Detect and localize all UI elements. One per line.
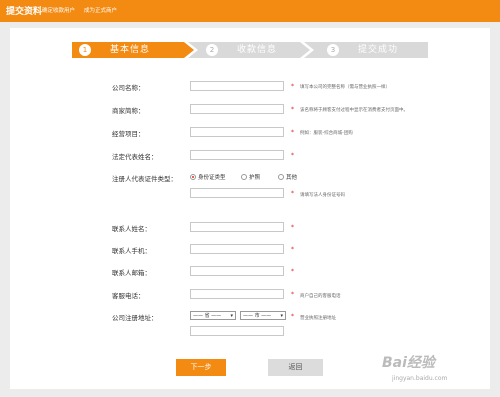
watermark-logo: Bai经验 xyxy=(382,355,435,371)
id-number-input[interactable] xyxy=(190,188,284,198)
contact-email-input[interactable] xyxy=(190,266,284,276)
next-step-button[interactable]: 下一步 xyxy=(176,359,226,376)
step-3-label: 提交成功 xyxy=(358,45,399,55)
required-star: * xyxy=(291,224,294,231)
chevron-down-icon: ▾ xyxy=(280,313,283,319)
legal-rep-label: 法定代表姓名： xyxy=(112,153,158,161)
province-select-value: —— 省 —— xyxy=(193,313,222,319)
required-star: * xyxy=(291,246,294,253)
company-name-label: 公司名称： xyxy=(112,84,145,92)
header-subtitle-2: 成为正式商户 xyxy=(84,8,118,14)
required-star: * xyxy=(291,83,294,90)
required-star: * xyxy=(291,106,294,113)
contact-phone-label: 联系人手机： xyxy=(112,247,151,255)
required-star: * xyxy=(291,313,294,320)
required-star: * xyxy=(291,190,294,197)
step-2-label: 收款信息 xyxy=(237,45,278,55)
shop-name-hint: 该名称将于顾客支付过程中显示在消费者支付页面中。 xyxy=(300,108,408,113)
radio-id-card-label: 身份证类型 xyxy=(198,175,226,181)
page-title: 提交资料 xyxy=(6,7,43,17)
chevron-down-icon: ▾ xyxy=(230,313,233,319)
contact-phone-input[interactable] xyxy=(190,244,284,254)
back-button[interactable]: 返回 xyxy=(268,359,323,376)
address-detail-input[interactable] xyxy=(190,326,284,336)
id-type-label: 注册人代表证件类型： xyxy=(112,175,177,183)
radio-other-label: 其他 xyxy=(286,175,298,181)
contact-name-label: 联系人姓名： xyxy=(112,225,151,233)
required-star: * xyxy=(291,268,294,275)
id-number-hint: 请填写法人身份证号码 xyxy=(300,193,345,198)
shop-name-label: 商家简称： xyxy=(112,107,145,115)
top-bar: 提交资料 确定收款用户 成为正式商户 xyxy=(0,0,500,22)
radio-passport-label: 护照 xyxy=(249,175,261,181)
service-phone-input[interactable] xyxy=(190,289,284,299)
shop-name-input[interactable] xyxy=(190,104,284,114)
contact-name-input[interactable] xyxy=(190,222,284,232)
address-label: 公司注册地址： xyxy=(112,314,158,322)
service-phone-label: 客服电话： xyxy=(112,292,145,300)
required-star: * xyxy=(291,152,294,159)
legal-rep-input[interactable] xyxy=(190,150,284,160)
contact-email-label: 联系人邮箱： xyxy=(112,269,151,277)
radio-other[interactable] xyxy=(278,174,284,180)
address-hint: 营业执照注册地址 xyxy=(300,316,336,321)
required-star: * xyxy=(291,291,294,298)
radio-id-card[interactable] xyxy=(190,174,196,180)
city-select-value: —— 市 —— xyxy=(243,313,272,319)
company-name-hint: 填写本公司的完整名称（需与营业执照一样） xyxy=(300,85,390,90)
required-star: * xyxy=(291,129,294,136)
header-subtitle-1: 确定收款用户 xyxy=(42,8,76,14)
business-label: 经营项目： xyxy=(112,130,145,138)
business-hint: 例如：服装-综合商城-团购 xyxy=(300,131,353,136)
province-select[interactable]: —— 省 —— ▾ xyxy=(190,311,236,320)
step-1-label: 基本信息 xyxy=(110,45,151,55)
company-name-input[interactable] xyxy=(190,81,284,91)
city-select[interactable]: —— 市 —— ▾ xyxy=(240,311,286,320)
radio-passport[interactable] xyxy=(241,174,247,180)
business-input[interactable] xyxy=(190,127,284,137)
service-phone-hint: 商户自己的客服电话 xyxy=(300,294,341,299)
step-1-number: 1 xyxy=(79,44,91,56)
step-2-number: 2 xyxy=(206,44,218,56)
watermark-url: jingyan.baidu.com xyxy=(392,375,448,382)
step-3-number: 3 xyxy=(327,44,339,56)
